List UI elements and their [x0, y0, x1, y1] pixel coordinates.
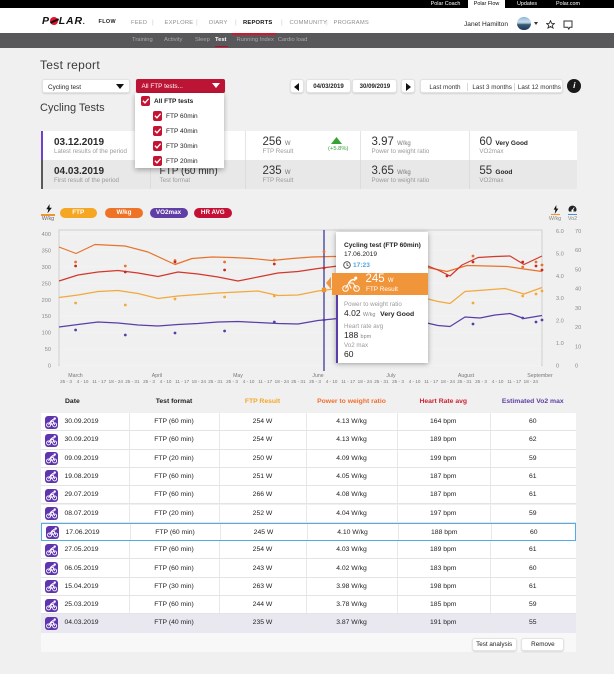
- svg-text:11 - 17: 11 - 17: [258, 379, 272, 384]
- svg-text:11 - 17: 11 - 17: [507, 379, 521, 384]
- svg-text:2.0: 2.0: [556, 319, 564, 325]
- svg-text:25 - 3: 25 - 3: [309, 379, 321, 384]
- svg-text:18 - 24: 18 - 24: [192, 379, 207, 384]
- svg-text:25 - 3: 25 - 3: [60, 379, 72, 384]
- svg-text:25 - 3: 25 - 3: [392, 379, 404, 384]
- svg-text:1.0: 1.0: [556, 341, 564, 347]
- svg-text:18 - 24: 18 - 24: [275, 379, 290, 384]
- svg-text:0: 0: [575, 364, 578, 370]
- svg-text:50: 50: [45, 347, 51, 353]
- svg-text:100: 100: [42, 331, 51, 337]
- svg-text:50: 50: [575, 267, 581, 273]
- svg-text:4 - 10: 4 - 10: [77, 379, 89, 384]
- svg-text:3.0: 3.0: [556, 296, 564, 302]
- svg-text:400: 400: [42, 232, 51, 238]
- svg-text:25 - 3: 25 - 3: [226, 379, 238, 384]
- svg-text:25 - 31: 25 - 31: [125, 379, 140, 384]
- svg-text:60: 60: [575, 248, 581, 254]
- svg-text:18 - 24: 18 - 24: [441, 379, 456, 384]
- svg-text:40: 40: [575, 287, 581, 293]
- svg-text:5.0: 5.0: [556, 251, 564, 257]
- svg-text:25 - 31: 25 - 31: [291, 379, 306, 384]
- svg-text:11 - 17: 11 - 17: [424, 379, 438, 384]
- svg-text:250: 250: [42, 281, 51, 287]
- svg-text:25 - 3: 25 - 3: [143, 379, 155, 384]
- svg-text:10: 10: [575, 344, 581, 350]
- svg-text:0: 0: [556, 364, 559, 370]
- svg-text:18 - 24: 18 - 24: [524, 379, 539, 384]
- svg-text:150: 150: [42, 314, 51, 320]
- svg-text:70: 70: [575, 229, 581, 235]
- svg-text:4.0: 4.0: [556, 274, 564, 280]
- svg-text:25 - 31: 25 - 31: [208, 379, 223, 384]
- svg-text:4 - 10: 4 - 10: [409, 379, 421, 384]
- svg-text:200: 200: [42, 298, 51, 304]
- svg-text:25 - 3: 25 - 3: [475, 379, 487, 384]
- svg-text:4 - 10: 4 - 10: [160, 379, 172, 384]
- svg-text:18 - 24: 18 - 24: [109, 379, 124, 384]
- svg-text:6.0: 6.0: [556, 229, 564, 235]
- svg-text:11 - 17: 11 - 17: [92, 379, 106, 384]
- svg-text:18 - 24: 18 - 24: [358, 379, 373, 384]
- svg-text:300: 300: [42, 265, 51, 271]
- svg-text:350: 350: [42, 248, 51, 254]
- svg-text:11 - 17: 11 - 17: [341, 379, 355, 384]
- svg-text:20: 20: [575, 325, 581, 331]
- svg-text:25 - 31: 25 - 31: [457, 379, 472, 384]
- svg-text:4 - 10: 4 - 10: [243, 379, 255, 384]
- svg-text:25 - 31: 25 - 31: [374, 379, 389, 384]
- svg-text:4 - 10: 4 - 10: [492, 379, 504, 384]
- svg-text:30: 30: [575, 306, 581, 312]
- svg-text:0: 0: [48, 364, 51, 370]
- svg-text:11 - 17: 11 - 17: [175, 379, 189, 384]
- svg-text:4 - 10: 4 - 10: [326, 379, 338, 384]
